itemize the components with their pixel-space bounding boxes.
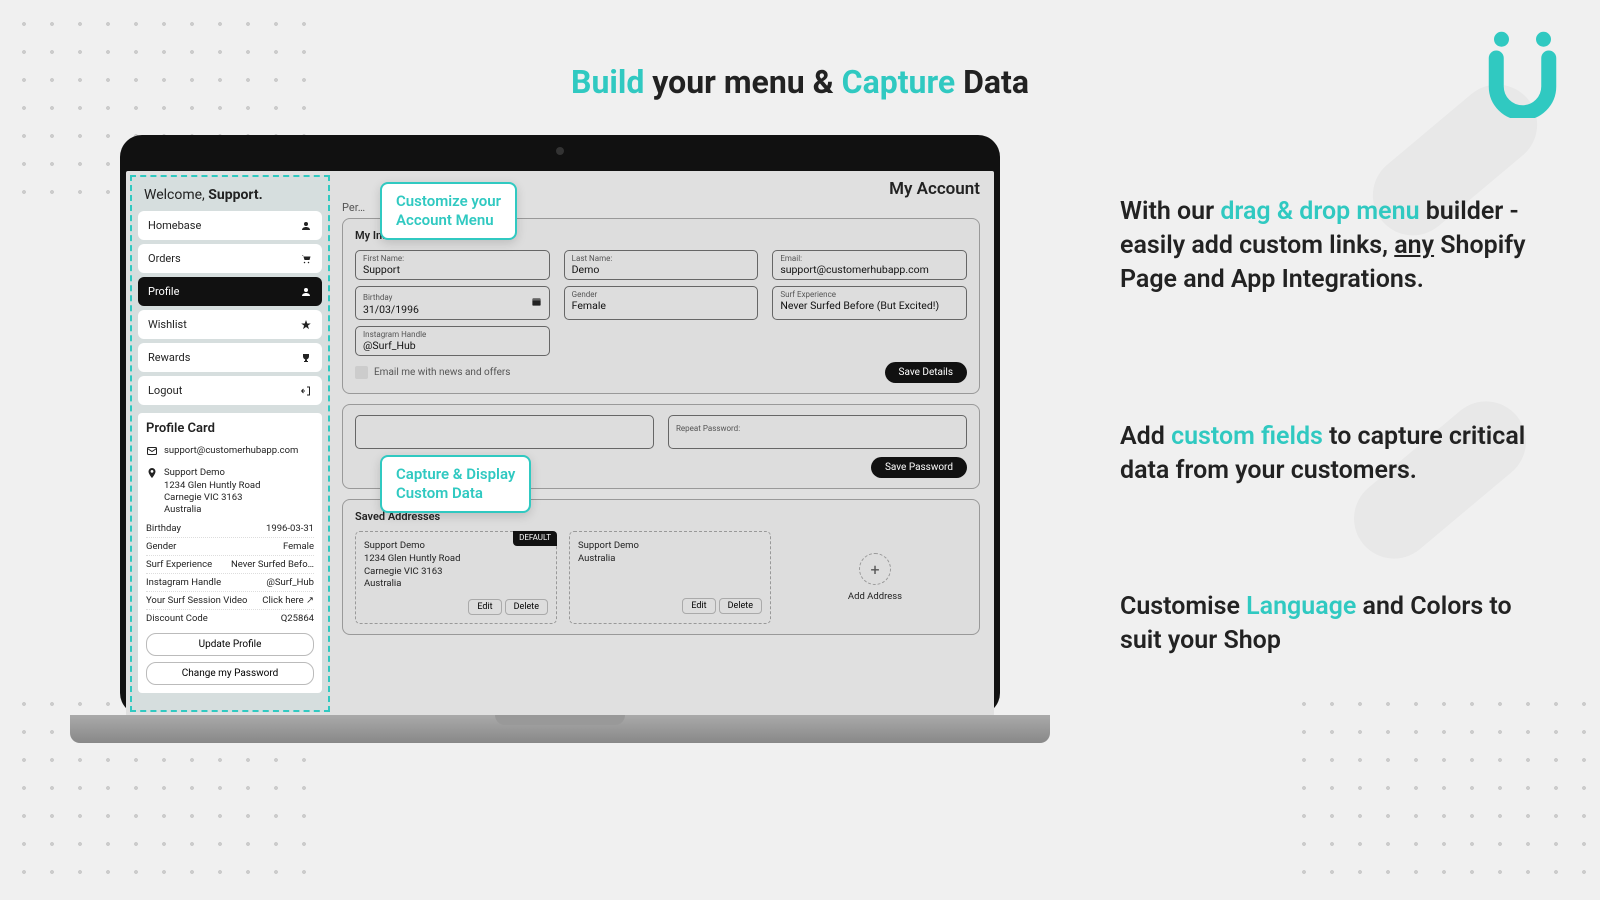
profile-card: Profile Card support@customerhubapp.com … [138,413,322,693]
sidebar-item-homebase[interactable]: Homebase [138,211,322,240]
page-title: Build your menu & Capture Data [0,63,1600,101]
profile-field-row: Discount CodeQ25864 [146,610,314,627]
edit-address-button[interactable]: Edit [682,598,715,614]
email-field[interactable]: Email:support@customerhubapp.com [772,250,967,280]
instagram-field[interactable]: Instagram Handle@Surf_Hub [355,326,550,356]
marketing-text-3: Customise Language and Colors to suit yo… [1120,590,1550,658]
address-card: Support Demo Australia EditDelete [569,531,771,624]
calendar-icon [531,296,542,310]
plus-icon: + [859,553,891,585]
profile-field-row: Your Surf Session VideoClick here ↗ [146,592,314,610]
gender-field[interactable]: GenderFemale [564,286,759,320]
profile-field-row: Birthday1996-03-31 [146,520,314,538]
newsletter-checkbox[interactable]: Email me with news and offers [355,366,510,379]
password-field[interactable] [355,415,654,449]
saved-addresses-panel: Saved Addresses DEFAULT Support Demo 123… [342,499,980,635]
save-password-button[interactable]: Save Password [871,457,967,478]
edit-address-button[interactable]: Edit [468,599,501,615]
sidebar-item-logout[interactable]: Logout [138,376,322,405]
camera-icon [556,147,564,155]
callout-customize-menu: Customize yourAccount Menu [380,182,517,240]
delete-address-button[interactable]: Delete [505,599,548,615]
first-name-field[interactable]: First Name:Support [355,250,550,280]
sidebar-item-label: Profile [148,285,179,298]
last-name-field[interactable]: Last Name:Demo [564,250,759,280]
callout-capture-data: Capture & DisplayCustom Data [380,455,531,513]
mail-icon [146,445,158,461]
profile-addr-line: 1234 Glen Huntly Road [164,480,260,492]
welcome-text: Welcome, Support. [138,183,322,211]
bg-dots-bottom-right [1290,690,1590,890]
profile-card-title: Profile Card [146,421,314,436]
sidebar-item-label: Wishlist [148,318,187,331]
address-card: DEFAULT Support Demo 1234 Glen Huntly Ro… [355,531,557,624]
surf-experience-field[interactable]: Surf ExperienceNever Surfed Before (But … [772,286,967,320]
logout-icon [300,385,312,397]
my-information-panel: My Information First Name:Support Last N… [342,218,980,394]
marketing-text-2: Add custom fields to capture critical da… [1120,420,1550,488]
default-tag: DEFAULT [513,531,557,546]
sidebar-item-profile[interactable]: Profile [138,277,322,306]
sidebar-item-wishlist[interactable]: Wishlist [138,310,322,339]
star-icon [300,319,312,331]
laptop-mockup: Welcome, Support. Homebase Orders Profil… [120,135,1020,755]
update-profile-button[interactable]: Update Profile [146,633,314,656]
marketing-text-1: With our drag & drop menu builder - easi… [1120,195,1550,296]
logo-icon [1485,28,1560,118]
trophy-icon [300,352,312,364]
sidebar-item-rewards[interactable]: Rewards [138,343,322,372]
sidebar: Welcome, Support. Homebase Orders Profil… [130,175,330,712]
profile-field-row: GenderFemale [146,538,314,556]
save-details-button[interactable]: Save Details [885,362,967,383]
user-icon [300,286,312,298]
profile-name: Support Demo [164,467,260,479]
profile-addr-line: Carnegie VIC 3163 [164,492,260,504]
profile-email: support@customerhubapp.com [164,445,298,457]
location-icon [146,467,158,483]
user-icon [300,220,312,232]
sidebar-item-orders[interactable]: Orders [138,244,322,273]
delete-address-button[interactable]: Delete [719,598,762,614]
sidebar-item-label: Rewards [148,351,190,364]
main-content: My Account Per… My Information First Nam… [334,171,994,716]
change-password-button[interactable]: Change my Password [146,662,314,685]
cart-icon [300,253,312,265]
add-address-button[interactable]: + Add Address [783,531,967,624]
sidebar-item-label: Logout [148,384,182,397]
profile-field-row: Instagram Handle@Surf_Hub [146,574,314,592]
birthday-field[interactable]: Birthday31/03/1996 [355,286,550,320]
sidebar-item-label: Orders [148,252,181,265]
profile-addr-line: Australia [164,504,260,516]
sidebar-item-label: Homebase [148,219,201,232]
repeat-password-field[interactable]: Repeat Password: [668,415,967,449]
profile-field-row: Surf ExperienceNever Surfed Befo… [146,556,314,574]
